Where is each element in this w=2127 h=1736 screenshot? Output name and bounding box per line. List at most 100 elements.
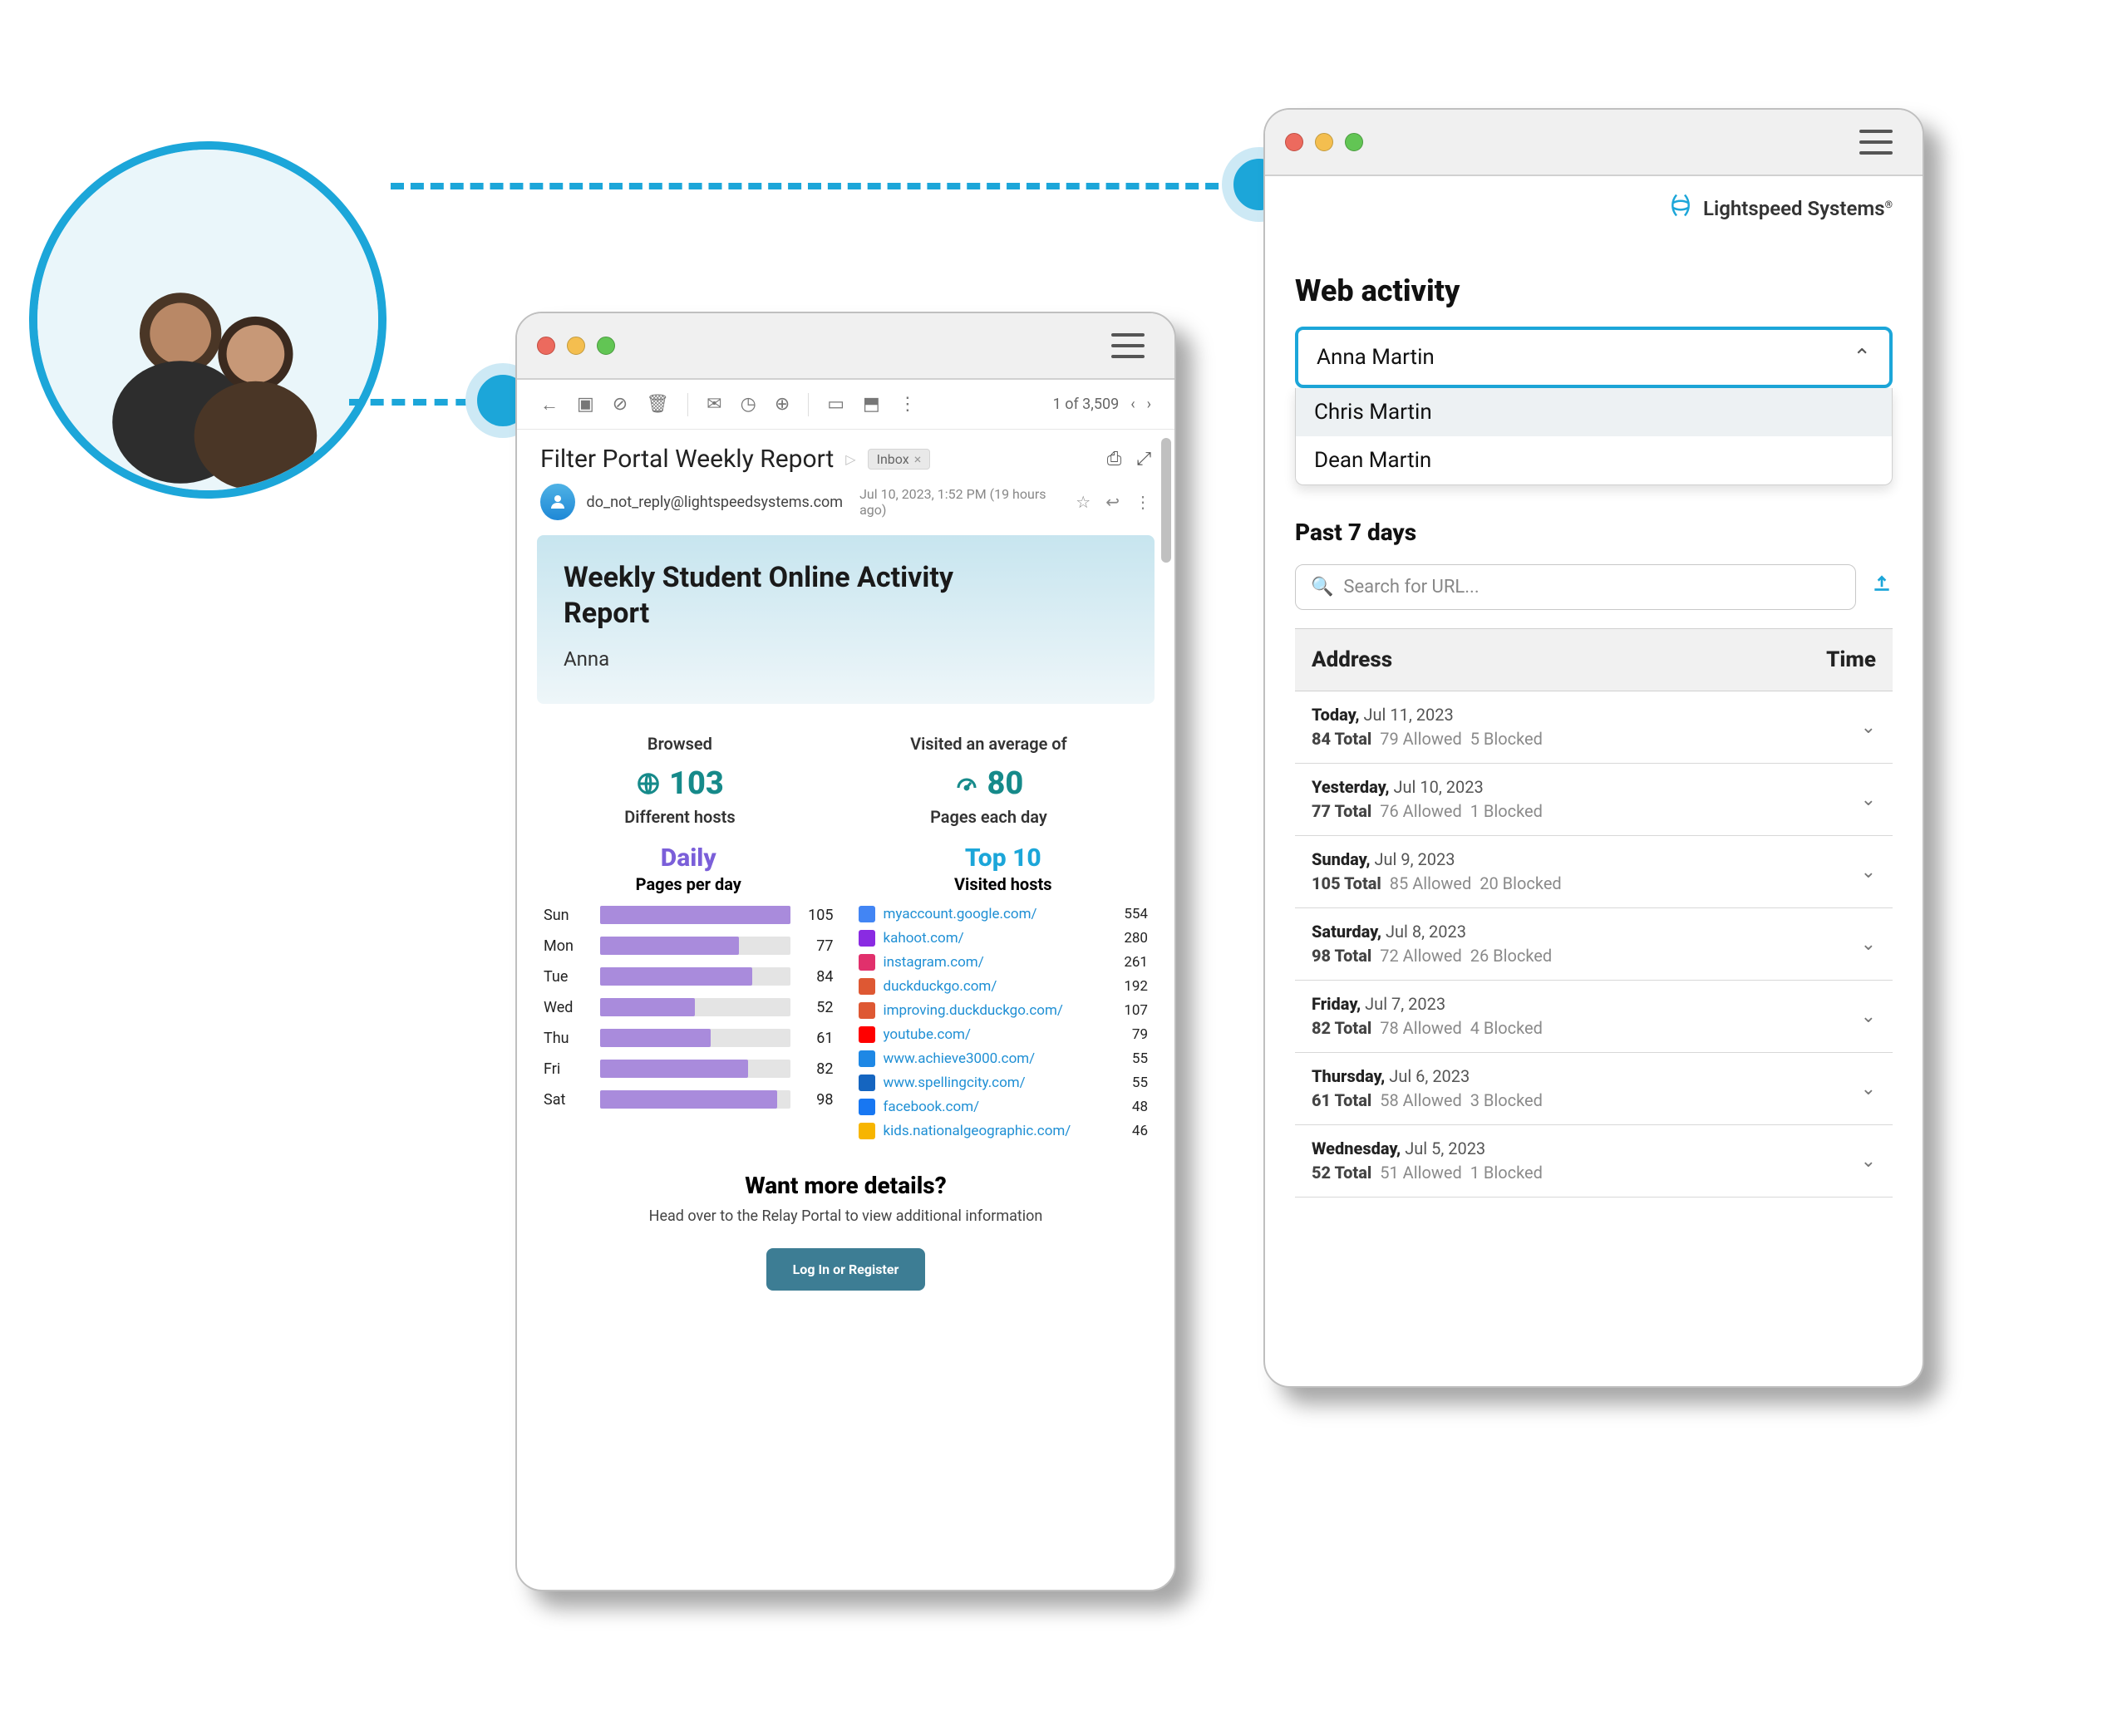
student-select-value: Anna Martin [1317, 345, 1435, 370]
minimize-icon[interactable] [1315, 133, 1333, 151]
export-icon[interactable] [1871, 573, 1893, 601]
stat-visited-avg: Visited an average of 80 Pages each day [910, 734, 1067, 827]
archive-icon[interactable]: ▣ [577, 394, 594, 415]
top10-host-row: kahoot.com/ 280 [859, 930, 1149, 947]
row-date: Jul 10, 2023 [1393, 777, 1483, 797]
menu-icon[interactable] [1859, 130, 1893, 155]
add-task-icon[interactable]: ⊕ [775, 394, 790, 415]
student-name: Anna [564, 647, 1128, 671]
daily-bar-row: Sat 98 [544, 1090, 834, 1109]
brand-row: Lightspeed Systems® [1265, 176, 1923, 232]
report-spam-icon[interactable]: ⊘ [613, 394, 628, 415]
row-dayname: Yesterday, [1312, 777, 1390, 797]
favicon-icon [859, 954, 875, 971]
prev-icon[interactable]: ‹ [1130, 396, 1135, 413]
important-icon[interactable]: ▷ [845, 451, 855, 467]
maximize-icon[interactable] [1345, 133, 1363, 151]
top10-host-row: improving.duckduckgo.com/ 107 [859, 1002, 1149, 1019]
overflow-icon[interactable]: ⋮ [1135, 492, 1151, 512]
host-count: 55 [1132, 1075, 1148, 1091]
activity-day-row[interactable]: Sunday, Jul 9, 2023 105 Total 85 Allowed… [1295, 836, 1893, 908]
activity-day-row[interactable]: Thursday, Jul 6, 2023 61 Total 58 Allowe… [1295, 1053, 1893, 1125]
search-url-input[interactable]: 🔍 Search for URL... [1295, 564, 1856, 610]
chevron-down-icon: ⌄ [1861, 717, 1876, 738]
row-blocked: 20 Blocked [1480, 873, 1561, 893]
student-option-chris[interactable]: Chris Martin [1296, 388, 1892, 436]
search-icon: 🔍 [1311, 577, 1333, 598]
back-icon[interactable]: ← [540, 394, 559, 416]
host-count: 192 [1124, 978, 1148, 995]
host-link[interactable]: kids.nationalgeographic.com/ [884, 1123, 1124, 1139]
snooze-icon[interactable]: ◷ [741, 394, 756, 415]
top10-column: Top 10 Visited hosts myaccount.google.co… [859, 843, 1149, 1147]
activity-day-row[interactable]: Friday, Jul 7, 2023 82 Total 78 Allowed … [1295, 981, 1893, 1053]
host-link[interactable]: www.spellingcity.com/ [884, 1075, 1124, 1091]
daily-sub: Pages per day [544, 874, 834, 894]
col-address: Address [1312, 647, 1392, 672]
scrollbar-thumb[interactable] [1161, 438, 1171, 563]
bar-value: 98 [800, 1091, 834, 1109]
host-link[interactable]: kahoot.com/ [884, 930, 1116, 947]
mark-unread-icon[interactable]: ✉ [707, 394, 721, 415]
host-link[interactable]: instagram.com/ [884, 954, 1116, 971]
top10-host-row: instagram.com/ 261 [859, 954, 1149, 971]
activity-day-row[interactable]: Yesterday, Jul 10, 2023 77 Total 76 Allo… [1295, 764, 1893, 836]
top10-host-row: facebook.com/ 48 [859, 1099, 1149, 1115]
stat-browsed-label: Browsed [624, 734, 735, 754]
host-link[interactable]: youtube.com/ [884, 1026, 1124, 1043]
favicon-icon [859, 906, 875, 922]
login-register-button[interactable]: Log In or Register [766, 1248, 926, 1291]
search-placeholder: Search for URL... [1343, 577, 1479, 598]
col-time: Time [1826, 647, 1876, 672]
window-titlebar [1265, 110, 1923, 176]
row-dayname: Thursday, [1312, 1066, 1385, 1086]
host-link[interactable]: improving.duckduckgo.com/ [884, 1002, 1116, 1019]
next-icon[interactable]: › [1147, 396, 1151, 413]
row-total: 84 Total [1312, 729, 1371, 749]
more-icon[interactable]: ⋮ [899, 394, 917, 415]
row-date: Jul 7, 2023 [1365, 994, 1445, 1014]
row-allowed: 76 Allowed [1380, 801, 1462, 821]
row-allowed: 78 Allowed [1380, 1018, 1462, 1038]
close-icon[interactable] [1285, 133, 1303, 151]
close-icon[interactable] [537, 337, 555, 355]
favicon-icon [859, 1050, 875, 1067]
host-link[interactable]: duckduckgo.com/ [884, 978, 1116, 995]
delete-icon[interactable]: 🗑 [646, 394, 669, 415]
inbox-chip[interactable]: Inbox × [868, 449, 931, 470]
print-icon[interactable]: ⎙ [1107, 449, 1122, 470]
activity-day-row[interactable]: Wednesday, Jul 5, 2023 52 Total 51 Allow… [1295, 1125, 1893, 1197]
activity-day-row[interactable]: Saturday, Jul 8, 2023 98 Total 72 Allowe… [1295, 908, 1893, 981]
maximize-icon[interactable] [597, 337, 615, 355]
host-count: 48 [1132, 1099, 1148, 1115]
activity-day-row[interactable]: Today, Jul 11, 2023 84 Total 79 Allowed … [1295, 691, 1893, 764]
open-new-window-icon[interactable]: ⤢ [1136, 449, 1151, 470]
daily-bar-row: Wed 52 [544, 998, 834, 1016]
window-traffic-lights[interactable] [537, 337, 615, 355]
minimize-icon[interactable] [567, 337, 585, 355]
bar-track [600, 1090, 790, 1109]
bar-track [600, 1029, 790, 1047]
day-label: Thu [544, 1030, 590, 1047]
favicon-icon [859, 978, 875, 995]
row-date: Jul 11, 2023 [1364, 705, 1454, 725]
connector-line-1 [391, 183, 1238, 189]
row-date: Jul 8, 2023 [1386, 922, 1466, 942]
host-link[interactable]: facebook.com/ [884, 1099, 1124, 1115]
host-count: 46 [1132, 1123, 1148, 1139]
labels-icon[interactable]: ⬒ [863, 394, 880, 415]
star-icon[interactable]: ☆ [1076, 492, 1091, 512]
bar-track [600, 967, 790, 986]
menu-icon[interactable] [1111, 333, 1145, 358]
window-titlebar [517, 313, 1174, 380]
reply-icon[interactable]: ↩ [1105, 492, 1120, 512]
student-option-dean[interactable]: Dean Martin [1296, 436, 1892, 484]
host-link[interactable]: www.achieve3000.com/ [884, 1050, 1124, 1067]
student-select[interactable]: Anna Martin ⌃ [1295, 327, 1893, 388]
move-to-icon[interactable]: ▭ [827, 394, 844, 415]
row-allowed: 79 Allowed [1380, 729, 1462, 749]
window-traffic-lights[interactable] [1285, 133, 1363, 151]
day-label: Mon [544, 937, 590, 955]
top10-sub: Visited hosts [859, 874, 1149, 894]
host-link[interactable]: myaccount.google.com/ [884, 906, 1116, 922]
